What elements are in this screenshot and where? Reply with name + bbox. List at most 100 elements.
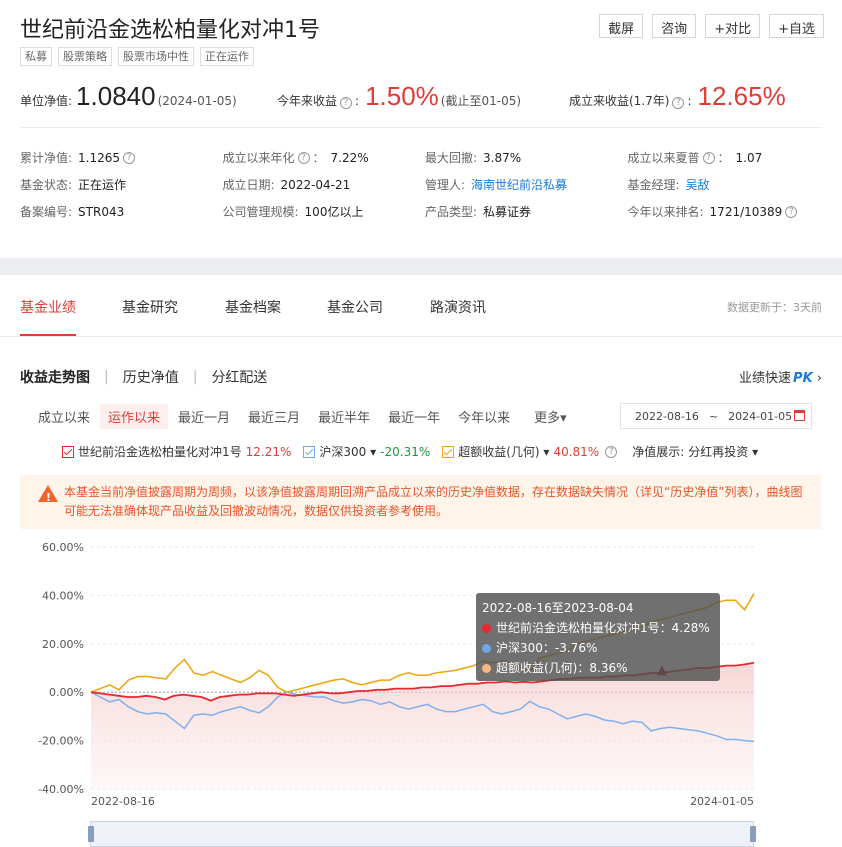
quick-pk-link[interactable]: 业绩快速 PK › (739, 367, 822, 386)
add-watchlist-button[interactable]: +自选 (769, 14, 824, 38)
chart-legend: 世纪前沿金选松柏量化对冲1号 12.21% 沪深300 ▾ -20.31% 超额… (62, 443, 770, 460)
legend-excess-return[interactable]: 超额收益(几何) ▾ 40.81% ? (442, 443, 620, 460)
inception-return: 成立来收益(1.7年) ? : 12.65% (569, 81, 786, 111)
checkbox-icon[interactable] (303, 445, 316, 458)
date-range-picker[interactable]: 2022-08-16 ~ 2024-01-05 (620, 403, 812, 429)
range-1y[interactable]: 最近一年 (380, 404, 448, 429)
chevron-right-icon: › (816, 371, 822, 386)
unit-nav-date: (2024-01-05) (157, 94, 237, 108)
y-tick-label: 20.00% (42, 638, 84, 651)
date-start: 2022-08-16 (635, 409, 699, 423)
tab-research[interactable]: 基金研究 (122, 297, 178, 317)
ytd-return-label: 今年来收益 (277, 94, 338, 108)
tooltip-row-excess: 超额收益(几何)： 8.36% (482, 658, 714, 678)
fund-summary-card: 世纪前沿金选松柏量化对冲1号 私募 股票策略 股票市场中性 正在运作 截屏 咨询… (0, 0, 842, 258)
inception-return-label: 成立来收益(1.7年) (569, 94, 670, 108)
chart-tooltip: 2022-08-16至2023-08-04 世纪前沿金选松柏量化对冲1号： 4.2… (476, 593, 720, 681)
tag-strategy: 股票策略 (58, 47, 112, 66)
fund-area-fill (91, 662, 754, 789)
help-icon[interactable]: ? (672, 97, 685, 109)
range-ytd[interactable]: 今年以来 (450, 404, 518, 429)
ytd-return: 今年来收益 ? : 1.50% (截止至01-05) (277, 81, 522, 111)
range-more-dropdown[interactable]: 更多▾ (526, 404, 575, 429)
tag-category: 私募 (20, 47, 52, 66)
consult-button[interactable]: 咨询 (652, 14, 697, 38)
unit-nav-label: 单位净值: (20, 94, 73, 108)
inception-date: 成立日期: 2022-04-21 (222, 177, 351, 193)
manager-company-link[interactable]: 海南世纪前沿私募 (471, 176, 567, 193)
tab-roadshow[interactable]: 路演资讯 (430, 297, 486, 317)
slider-left-handle[interactable] (88, 826, 94, 842)
tooltip-row-csi300: 沪深300： -3.76% (482, 638, 714, 658)
fund-manager-link[interactable]: 吴敌 (686, 176, 710, 193)
calendar-icon[interactable] (794, 410, 805, 421)
tag-status: 正在运作 (200, 47, 254, 66)
y-tick-label: 60.00% (42, 541, 84, 554)
stats-row-3: 备案编号: STR043 公司管理规模: 100亿以上 产品类型: 私募证券 今年以来… (20, 198, 830, 225)
y-tick-label: -40.00% (38, 783, 84, 796)
unit-nav-value: 1.0840 (76, 81, 156, 111)
x-tick-end: 2024-01-05 (690, 795, 754, 808)
fund-status: 基金状态: 正在运作 (20, 178, 127, 192)
active-tab-indicator (20, 334, 76, 336)
range-3m[interactable]: 最近三月 (240, 404, 308, 429)
fund-title: 世纪前沿金选松柏量化对冲1号 (20, 18, 320, 43)
tab-company[interactable]: 基金公司 (327, 297, 383, 317)
help-icon[interactable]: ? (605, 445, 618, 458)
y-axis-ticks: 60.00% 40.00% 20.00% 0.00% -20.00% -40.00% (38, 541, 84, 796)
help-icon[interactable]: ? (702, 151, 715, 164)
legend-csi300[interactable]: 沪深300 ▾ -20.31% (303, 443, 430, 460)
chart-subtabs: 收益走势图 | 历史净值 | 分红配送 (20, 367, 268, 387)
help-icon[interactable]: ? (123, 151, 136, 164)
compare-button[interactable]: +对比 (705, 14, 761, 38)
cumulative-nav: 累计净值: 1.1265? (20, 149, 223, 166)
nav-display-selector[interactable]: 净值展示: 分红再投资 ▾ (632, 443, 758, 460)
tooltip-row-fund: 世纪前沿金选松柏量化对冲1号： 4.28% (482, 618, 714, 638)
tab-profile[interactable]: 基金档案 (225, 297, 281, 317)
help-icon[interactable]: ? (297, 151, 310, 164)
warning-icon (38, 485, 58, 507)
fund-stats-grid: 累计净值: 1.1265? 成立以来年化?： 7.22% 最大回撤: 3.87% 成立… (20, 144, 830, 225)
range-6m[interactable]: 最近半年 (310, 404, 378, 429)
performance-card: 基金业绩 基金研究 基金档案 基金公司 路演资讯 数据更新于：3天前 收益走势图… (0, 275, 842, 847)
sharpe-ratio: 成立以来夏普?： 1.07 (627, 150, 763, 166)
checkbox-icon[interactable] (442, 445, 455, 458)
help-icon[interactable]: ? (340, 97, 353, 109)
range-since-inception[interactable]: 成立以来 (30, 404, 98, 429)
subtab-return-trend[interactable]: 收益走势图 (20, 367, 90, 387)
x-axis-ticks: 2022-08-16 2024-01-05 (91, 795, 754, 808)
max-drawdown: 最大回撤: 3.87% (425, 150, 522, 166)
tooltip-title: 2022-08-16至2023-08-04 (482, 601, 634, 615)
tag-substrategy: 股票市场中性 (118, 47, 194, 66)
manager-company: 管理人: 海南世纪前沿私募 (425, 176, 568, 193)
screenshot-button[interactable]: 截屏 (599, 14, 644, 38)
product-type: 产品类型: 私募证券 (425, 205, 532, 219)
tab-performance[interactable]: 基金业绩 (20, 297, 76, 317)
ytd-rank: 今年以来排名: 1721/10389? (628, 203, 831, 220)
divider (20, 127, 822, 128)
x-tick-start: 2022-08-16 (91, 795, 155, 808)
y-tick-label: 0.00% (49, 686, 84, 699)
fund-tags: 私募 股票策略 股票市场中性 正在运作 (20, 47, 254, 66)
y-tick-label: 40.00% (42, 589, 84, 602)
help-icon[interactable]: ? (785, 205, 798, 218)
legend-fund[interactable]: 世纪前沿金选松柏量化对冲1号 12.21% (62, 443, 291, 460)
y-tick-label: -20.00% (38, 735, 84, 748)
slider-right-handle[interactable] (750, 826, 756, 842)
fund-manager: 基金经理: 吴敌 (627, 176, 710, 193)
checkbox-icon[interactable] (62, 445, 74, 458)
ytd-return-value: 1.50% (365, 81, 439, 111)
warning-text: 本基金当前净值披露周期为周频，以该净值披露周期回溯产品成立以来的历史净值数据，存… (64, 485, 803, 518)
annualized-return: 成立以来年化?： 7.22% (222, 150, 369, 166)
subtab-dividends[interactable]: 分红配送 (211, 367, 267, 387)
registration-number: 备案编号: STR043 (20, 204, 125, 220)
date-end: 2024-01-05 (728, 409, 793, 423)
stats-row-1: 累计净值: 1.1265? 成立以来年化?： 7.22% 最大回撤: 3.87% 成立… (20, 144, 830, 171)
range-since-operation[interactable]: 运作以来 (100, 403, 169, 429)
subtab-history-nav[interactable]: 历史净值 (123, 367, 179, 387)
top-action-buttons: 截屏 咨询 +对比 +自选 (599, 14, 824, 38)
range-1m[interactable]: 最近一月 (170, 404, 238, 429)
key-metrics-row: 单位净值: 1.0840 (2024-01-05) 今年来收益 ? : 1.50… (20, 79, 822, 113)
company-aum: 公司管理规模: 100亿以上 (222, 205, 364, 219)
chart-zoom-slider[interactable] (88, 821, 756, 847)
